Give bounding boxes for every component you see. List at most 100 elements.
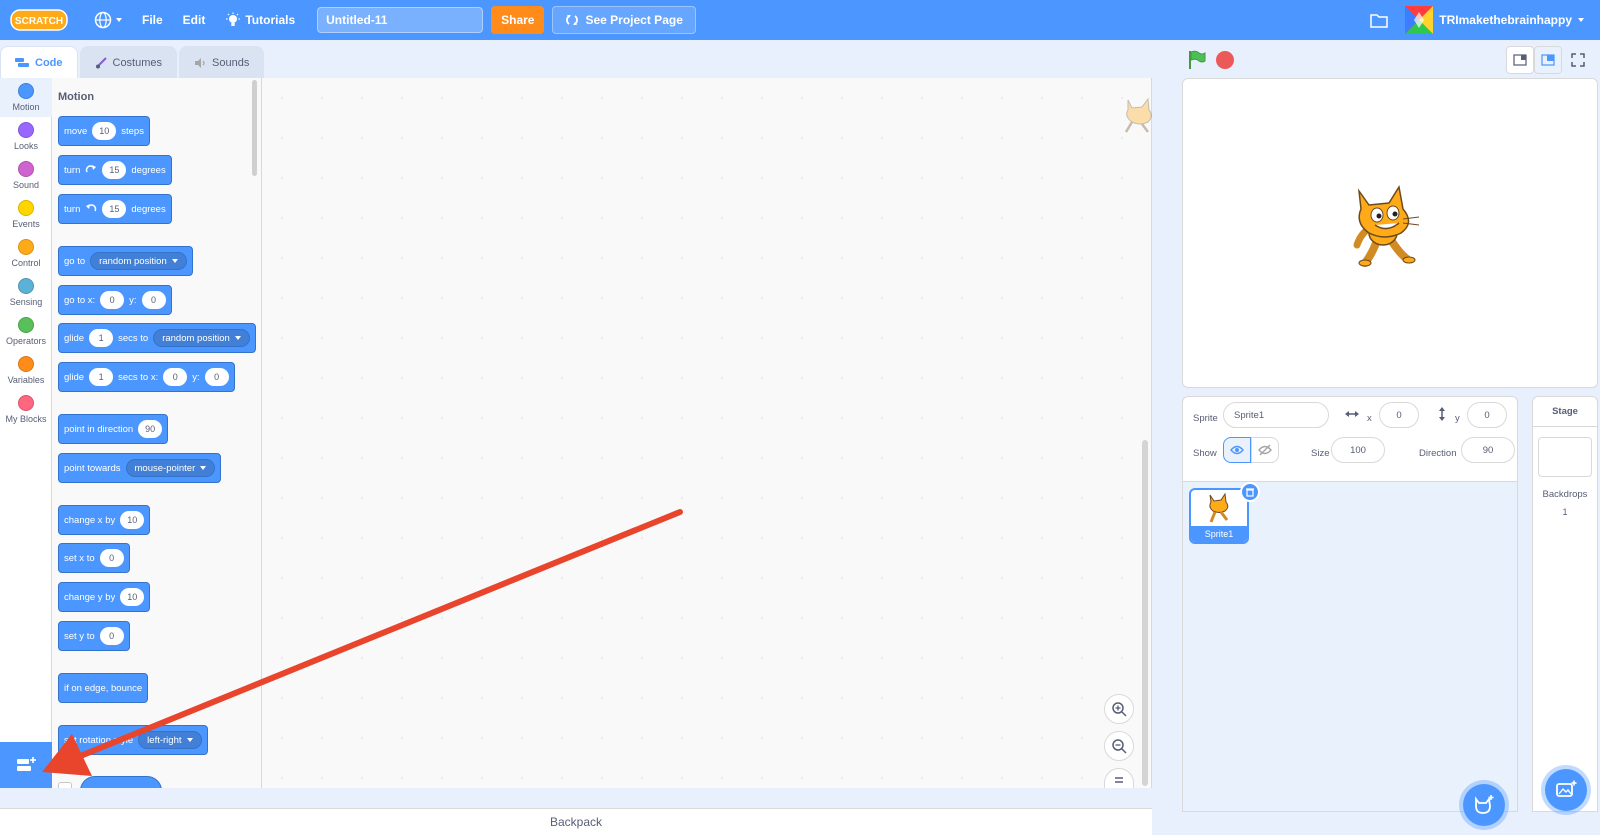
size-input[interactable]: 100 — [1331, 437, 1385, 463]
choose-backdrop-button[interactable] — [1545, 769, 1587, 811]
block-number-input[interactable]: 10 — [92, 122, 117, 140]
block-go-to-xy[interactable]: go to x: 0 y: 0 — [58, 285, 172, 315]
block-text: set y to — [64, 630, 95, 642]
tab-costumes[interactable]: Costumes — [79, 46, 178, 78]
block-number-input[interactable]: 0 — [100, 291, 125, 309]
category-events[interactable]: Events — [0, 195, 52, 234]
sprite-cat[interactable] — [1343, 183, 1433, 275]
green-flag-icon[interactable] — [1188, 50, 1206, 70]
show-sprite-button[interactable] — [1223, 437, 1251, 463]
fullscreen-button[interactable] — [1564, 46, 1592, 74]
sprite-tile[interactable]: Sprite1 — [1189, 488, 1249, 544]
block-number-input[interactable]: 15 — [102, 161, 127, 179]
add-extension-button[interactable] — [0, 742, 52, 788]
block-number-input[interactable]: 0 — [141, 291, 166, 309]
block-number-input[interactable]: 90 — [138, 420, 163, 438]
block-set-x[interactable]: set x to 0 — [58, 543, 130, 573]
block-dropdown[interactable]: mouse-pointer — [125, 459, 216, 477]
block-number-input[interactable]: 1 — [89, 368, 114, 386]
zoom-in-button[interactable] — [1104, 694, 1134, 724]
block-change-y[interactable]: change y by 10 — [58, 582, 151, 612]
stage[interactable] — [1182, 78, 1598, 388]
project-title-input[interactable] — [317, 7, 484, 33]
tutorials-button[interactable]: Tutorials — [215, 0, 305, 40]
category-sensing[interactable]: Sensing — [0, 273, 52, 312]
category-label: Variables — [7, 375, 45, 385]
script-area[interactable] — [262, 78, 1152, 788]
direction-input[interactable]: 90 — [1461, 437, 1515, 463]
y-position-input[interactable]: 0 — [1467, 402, 1507, 428]
block-glide-to[interactable]: glide 1 secs to random position — [58, 323, 256, 353]
sprite-name-label: Sprite — [1193, 413, 1218, 424]
reporter-x-position[interactable] — [80, 776, 162, 788]
block-point-towards[interactable]: point towards mouse-pointer — [58, 453, 222, 483]
block-move-steps[interactable]: move 10 steps — [58, 116, 150, 146]
category-motion[interactable]: Motion — [0, 78, 52, 117]
avatar[interactable] — [1405, 6, 1434, 34]
category-looks[interactable]: Looks — [0, 117, 52, 156]
script-area-scrollbar[interactable] — [1142, 440, 1148, 786]
choose-sprite-button[interactable] — [1463, 784, 1505, 826]
chevron-down-icon[interactable] — [1578, 18, 1584, 22]
block-number-input[interactable]: 10 — [120, 511, 145, 529]
block-number-input[interactable]: 0 — [204, 368, 229, 386]
block-number-input[interactable]: 0 — [163, 368, 188, 386]
category-color-dot — [18, 278, 34, 294]
block-turn-left[interactable]: turn 15 degrees — [58, 194, 172, 224]
sprite-tile-label: Sprite1 — [1191, 526, 1247, 542]
category-sound[interactable]: Sound — [0, 156, 52, 195]
block-change-x[interactable]: change x by 10 — [58, 505, 151, 535]
category-operators[interactable]: Operators — [0, 312, 52, 351]
block-set-y[interactable]: set y to 0 — [58, 621, 130, 651]
block-dropdown[interactable]: random position — [153, 329, 250, 347]
share-button[interactable]: Share — [491, 6, 545, 34]
block-number-input[interactable]: 15 — [102, 200, 127, 218]
block-dropdown[interactable]: left-right — [138, 731, 202, 749]
sprite-watermark-cat-icon — [1124, 97, 1152, 133]
see-project-page-button[interactable]: See Project Page — [552, 6, 696, 34]
my-stuff-folder-icon[interactable] — [1369, 11, 1389, 29]
add-sprite-cat-icon — [1475, 795, 1494, 814]
block-go-to[interactable]: go to random position — [58, 246, 193, 276]
block-glide-to-xy[interactable]: glide 1 secs to x: 0 y: 0 — [58, 362, 235, 392]
block-text: glide — [64, 371, 85, 383]
backpack[interactable]: Backpack — [0, 808, 1152, 835]
checkbox[interactable] — [58, 782, 72, 788]
zoom-reset-button[interactable] — [1104, 768, 1134, 788]
scratch-logo[interactable]: SCRATCH — [10, 8, 68, 32]
normal-stage-button[interactable] — [1534, 46, 1562, 74]
small-stage-button[interactable] — [1506, 46, 1534, 74]
backdrop-thumbnail[interactable] — [1538, 437, 1592, 477]
block-number-input[interactable]: 0 — [99, 549, 124, 567]
stop-icon[interactable] — [1216, 51, 1234, 69]
block-text: secs to — [118, 332, 149, 344]
block-text: glide — [64, 332, 85, 344]
tab-sounds[interactable]: Sounds — [179, 46, 265, 78]
block-turn-right[interactable]: turn 15 degrees — [58, 155, 172, 185]
file-menu[interactable]: File — [132, 0, 173, 40]
block-point-in-direction[interactable]: point in direction 90 — [58, 414, 169, 444]
block-text: steps — [121, 125, 144, 137]
language-menu[interactable] — [84, 0, 132, 40]
category-my-blocks[interactable]: My Blocks — [0, 390, 52, 429]
block-dropdown[interactable]: random position — [90, 252, 187, 270]
block-set-rotation-style[interactable]: set rotation style left-right — [58, 725, 208, 755]
block-if-on-edge-bounce[interactable]: if on edge, bounce — [58, 673, 149, 703]
block-number-input[interactable]: 0 — [99, 627, 124, 645]
trash-icon — [1246, 488, 1254, 497]
delete-sprite-button[interactable] — [1240, 482, 1260, 502]
stage-selector[interactable]: Stage Backdrops 1 — [1532, 396, 1598, 812]
hide-sprite-button[interactable] — [1251, 437, 1279, 463]
block-number-input[interactable]: 1 — [89, 329, 114, 347]
palette-scrollbar[interactable] — [252, 80, 257, 176]
category-variables[interactable]: Variables — [0, 351, 52, 390]
zoom-out-button[interactable] — [1104, 731, 1134, 761]
category-color-dot — [18, 395, 34, 411]
sprite-name-input[interactable] — [1223, 402, 1329, 428]
category-control[interactable]: Control — [0, 234, 52, 273]
edit-menu[interactable]: Edit — [173, 0, 216, 40]
tab-code[interactable]: Code — [0, 46, 78, 79]
x-position-input[interactable]: 0 — [1379, 402, 1419, 428]
username[interactable]: TRImakethebrainhappy — [1439, 13, 1572, 27]
block-number-input[interactable]: 10 — [120, 588, 145, 606]
